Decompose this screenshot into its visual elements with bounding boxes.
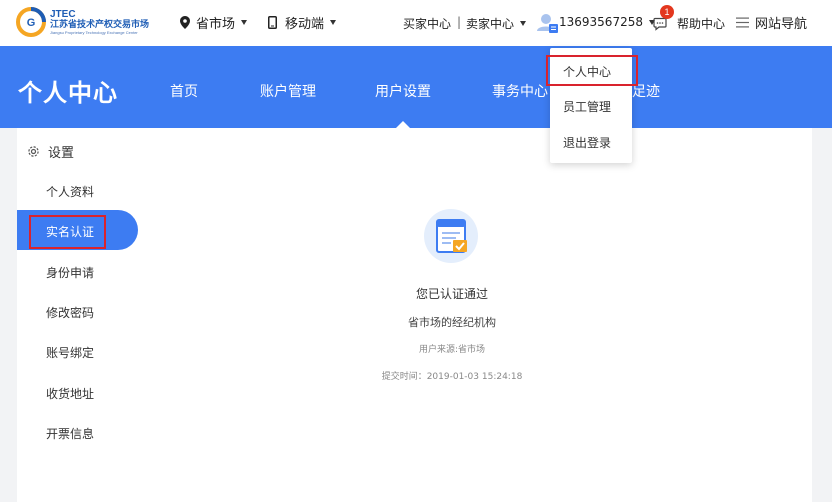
market-label: 省市场 <box>196 17 236 32</box>
buyer-center-label: 买家中心 <box>403 17 452 31</box>
auth-organization: 省市场的经纪机构 <box>408 316 496 329</box>
dropdown-item-staff-management[interactable]: 员工管理 <box>563 98 611 115</box>
user-source: 用户来源:省市场 <box>418 345 486 355</box>
location-pin-icon <box>180 16 190 29</box>
sidebar-item-change-password[interactable]: 修改密码 <box>46 304 94 321</box>
chevron-down-icon <box>330 20 337 25</box>
logo-en: JTEC <box>50 8 76 20</box>
highlight-box-sidebar <box>29 215 106 249</box>
settings-heading-label: 设置 <box>48 146 75 161</box>
logo-sub: Jiangsu Proprietary Technology Exchange … <box>50 29 138 35</box>
message-icon[interactable] <box>653 17 667 31</box>
mobile-phone-icon <box>268 16 277 29</box>
sidebar-item-shipping-address[interactable]: 收货地址 <box>46 385 94 402</box>
top-separator: | <box>457 15 462 29</box>
notification-badge[interactable]: 1 <box>660 5 674 19</box>
help-center-link[interactable]: 帮助中心 <box>677 15 725 32</box>
market-selector[interactable]: 省市场 <box>180 13 248 32</box>
sidebar-item-profile[interactable]: 个人资料 <box>46 183 94 200</box>
phone-number: 13693567258 <box>559 15 643 29</box>
seller-center-menu[interactable]: 卖家中心 <box>466 15 527 32</box>
sidebar-item-invoice-info[interactable]: 开票信息 <box>46 425 94 442</box>
nav-item-account[interactable]: 账户管理 <box>260 81 316 101</box>
chevron-down-icon <box>241 20 248 25</box>
nav-item-affairs[interactable]: 事务中心 <box>492 81 548 101</box>
logo-mark-icon: G <box>16 7 46 37</box>
gear-icon <box>28 146 39 157</box>
seller-center-label: 卖家中心 <box>466 17 515 31</box>
nav-item-home[interactable]: 首页 <box>170 81 198 101</box>
active-nav-pointer <box>396 121 410 128</box>
site-logo[interactable]: G JTEC 江苏省技术产权交易市场 Jiangsu Proprietary T… <box>16 7 149 37</box>
menu-icon <box>736 17 749 28</box>
user-avatar-icon[interactable] <box>536 12 558 34</box>
user-account-menu[interactable]: 13693567258 <box>559 15 655 29</box>
content-card: 设置 个人资料 实名认证 身份申请 修改密码 账号绑定 收货地址 开票信息 您已… <box>17 128 812 502</box>
submit-time: 提交时间：2019-01-03 15:24:18 <box>381 372 523 382</box>
site-navigation-label: 网站导航 <box>755 17 808 32</box>
main-navigation: 个人中心 首页 账户管理 用户设置 事务中心 足迹 <box>0 46 832 128</box>
sidebar-item-identity-apply[interactable]: 身份申请 <box>46 264 94 281</box>
svg-text:G: G <box>27 17 36 29</box>
certified-document-icon <box>424 209 478 263</box>
settings-heading: 设置 <box>27 142 74 161</box>
logo-cn: 江苏省技术产权交易市场 <box>50 19 150 30</box>
buyer-center-link[interactable]: 买家中心 <box>403 15 451 32</box>
dropdown-item-logout[interactable]: 退出登录 <box>563 134 611 151</box>
mobile-selector[interactable]: 移动端 <box>268 13 337 32</box>
page-title: 个人中心 <box>18 79 118 107</box>
mobile-label: 移动端 <box>285 17 325 32</box>
highlight-box-dropdown <box>546 55 638 86</box>
auth-status: 您已认证通过 <box>415 287 488 301</box>
sidebar-item-account-binding[interactable]: 账号绑定 <box>46 344 94 361</box>
help-center-label: 帮助中心 <box>677 17 726 31</box>
chevron-down-icon <box>520 21 527 26</box>
nav-item-user-settings[interactable]: 用户设置 <box>375 81 431 101</box>
site-navigation-link[interactable]: 网站导航 <box>736 13 807 32</box>
top-bar: G JTEC 江苏省技术产权交易市场 Jiangsu Proprietary T… <box>0 0 832 46</box>
